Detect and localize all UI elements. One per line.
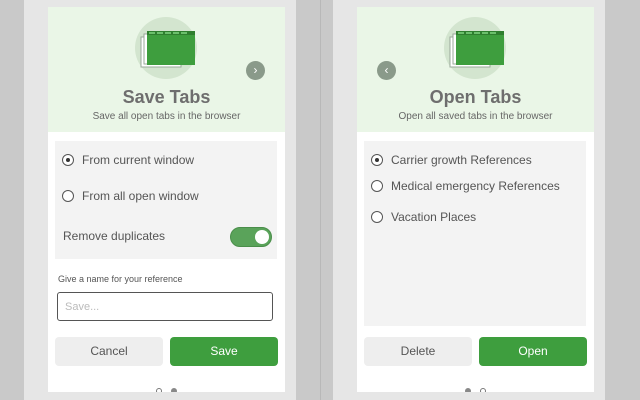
- save-button[interactable]: Save: [170, 337, 278, 366]
- radio-button[interactable]: [62, 154, 74, 166]
- tabs-illustration-icon: [135, 17, 197, 79]
- split-divider: [320, 0, 321, 400]
- page-indicator: [357, 381, 594, 392]
- page-indicator: [48, 381, 285, 392]
- delete-button[interactable]: Delete: [364, 337, 472, 366]
- reference-item[interactable]: Carrier growth References: [371, 153, 532, 167]
- save-tabs-panel: Save Tabs Save all open tabs in the brow…: [24, 0, 296, 400]
- chevron-right-icon[interactable]: ›: [246, 61, 265, 80]
- open-tabs-card: Open Tabs Open all saved tabs in the bro…: [357, 7, 594, 392]
- radio-button[interactable]: [371, 211, 383, 223]
- radio-button[interactable]: [371, 180, 383, 192]
- saved-references-box: [364, 141, 586, 326]
- radio-all-windows[interactable]: From all open window: [62, 189, 199, 203]
- radio-label: From all open window: [82, 189, 199, 203]
- page-subtitle: Save all open tabs in the browser: [92, 111, 241, 122]
- remove-duplicates-label: Remove duplicates: [63, 229, 166, 243]
- name-field-label: Give a name for your reference: [58, 274, 183, 284]
- open-tabs-panel: Open Tabs Open all saved tabs in the bro…: [333, 0, 605, 400]
- save-hero: Save Tabs Save all open tabs in the brow…: [48, 7, 285, 132]
- toggle-knob: [255, 230, 269, 244]
- page-title: Save Tabs: [122, 87, 211, 107]
- radio-button[interactable]: [62, 190, 74, 202]
- cancel-button[interactable]: Cancel: [55, 337, 163, 366]
- page-dot[interactable]: [170, 388, 177, 392]
- remove-duplicates-toggle[interactable]: [230, 227, 272, 247]
- reference-item[interactable]: Vacation Places: [371, 210, 476, 224]
- reference-item[interactable]: Medical emergency References: [371, 179, 560, 193]
- page-dot-active[interactable]: [479, 388, 486, 392]
- reference-label: Vacation Places: [391, 210, 477, 224]
- radio-label: From current window: [82, 153, 195, 167]
- page-title: Open Tabs: [429, 87, 522, 107]
- open-button[interactable]: Open: [479, 337, 587, 366]
- reference-label: Carrier growth References: [391, 153, 532, 167]
- page-subtitle: Open all saved tabs in the browser: [398, 111, 553, 122]
- reference-label: Medical emergency References: [391, 179, 560, 193]
- radio-current-window[interactable]: From current window: [62, 153, 194, 167]
- page-dot[interactable]: [465, 388, 472, 392]
- open-hero: Open Tabs Open all saved tabs in the bro…: [357, 7, 594, 132]
- tabs-illustration-icon: [444, 17, 506, 79]
- chevron-left-icon[interactable]: ‹: [377, 61, 396, 80]
- page-dot-active[interactable]: [156, 388, 163, 392]
- save-tabs-card: Save Tabs Save all open tabs in the brow…: [48, 7, 285, 392]
- reference-name-input[interactable]: [57, 292, 273, 321]
- radio-button[interactable]: [371, 154, 383, 166]
